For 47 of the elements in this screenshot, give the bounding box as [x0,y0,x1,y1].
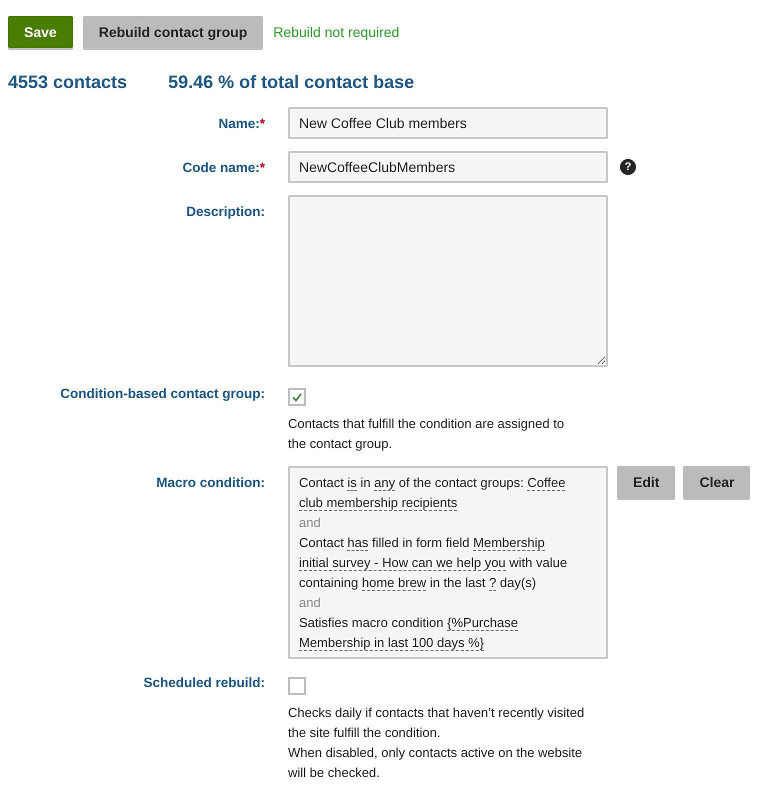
checkbox[interactable] [288,677,306,695]
condition-part: of the contact groups: [398,475,525,490]
help-text: Checks daily if contacts that haven’t recently visited the site fulfill the condition. When disabled, only contacts active on the website will be checked. [288,704,586,782]
field-label: Name:* [217,115,265,133]
help-text: Contacts that fulfill the condition are assigned to the contact group. [288,415,566,453]
condition-link[interactable]: is [347,475,357,491]
condition-link[interactable]: {%Purchase [447,615,518,631]
operator-text: and [299,594,322,612]
field-label: Description: [185,203,265,221]
text-field[interactable]: New Coffee Club members [288,107,608,139]
condition-link[interactable]: club membership recipients [299,495,458,511]
condition-part: with value [508,555,568,570]
condition-link[interactable]: has [347,535,368,551]
description-field[interactable] [288,195,608,367]
field-label: Condition-based contact group: [59,385,265,403]
contact-count: 4553 contacts [8,72,128,93]
condition-link[interactable]: home brew [362,575,426,591]
field-label: Macro condition: [155,474,265,492]
condition-part: containing [299,575,360,590]
save-button[interactable]: Save [8,16,73,48]
field-label: Code name:* [181,159,265,177]
rebuild-button[interactable]: Rebuild contact group [82,16,264,48]
condition-part: filled in form field [371,535,471,550]
condition-part: in [359,475,372,490]
required-mark: * [260,160,265,175]
condition-link[interactable]: Coffee [527,475,566,491]
condition-part: Contact [299,475,345,490]
contact-share: 59.46 % of total contact base [168,72,414,93]
help-icon[interactable]: ? [620,159,636,175]
text-field[interactable]: NewCoffeeClubMembers [288,151,608,183]
condition-part: in the last [428,575,486,590]
macro-button[interactable]: Clear [683,466,750,498]
condition-link[interactable]: Membership in last 100 days %} [299,635,484,651]
condition-link[interactable]: any [374,475,396,491]
field-label: Scheduled rebuild: [142,674,265,692]
condition-link[interactable]: ? [489,575,496,591]
required-mark: * [260,116,265,131]
condition-part: day(s) [498,575,536,590]
condition-part: Contact [299,535,345,550]
check-icon [292,392,302,402]
condition-part: Satisfies macro condition [299,615,445,630]
status-text: Rebuild not required [273,24,400,40]
condition-link[interactable]: initial survey - How can we help you [299,555,506,571]
checkbox[interactable] [288,388,306,406]
macro-button[interactable]: Edit [617,466,676,498]
operator-text: and [299,514,322,532]
condition-link[interactable]: Membership [473,535,545,551]
